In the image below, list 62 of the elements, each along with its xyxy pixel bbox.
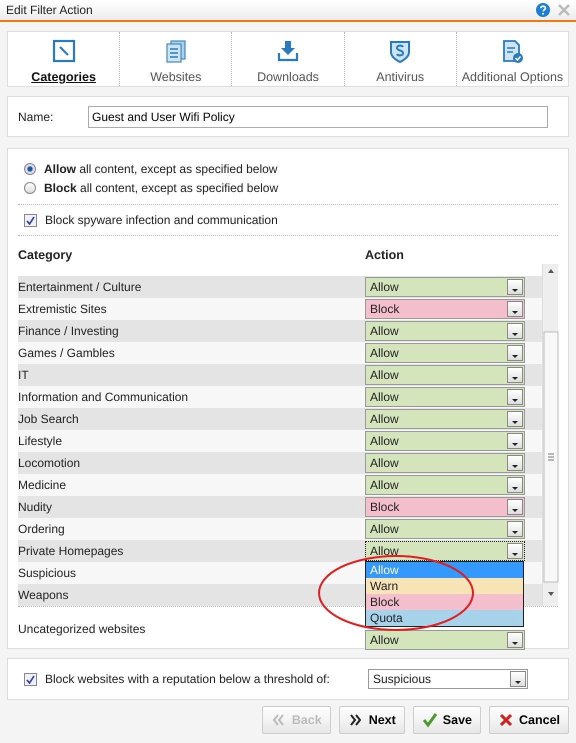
category-name: Games / Gambles: [18, 345, 116, 362]
radio-label: Block all content, except as specified below: [44, 180, 278, 196]
category-name: Weapons: [18, 587, 70, 604]
double-chevron-icon: [348, 712, 364, 728]
dropdown-option[interactable]: Quota: [366, 610, 523, 626]
next-button[interactable]: Next: [338, 706, 405, 734]
checkbox-label: Block spyware infection and communication: [45, 212, 278, 229]
action-select[interactable]: Allow: [365, 453, 525, 473]
tab[interactable]: Websites: [120, 32, 232, 86]
save-button[interactable]: Save: [412, 706, 481, 734]
category-name: IT: [18, 367, 30, 384]
action-select[interactable]: Allow: [365, 475, 525, 495]
threshold-select[interactable]: Suspicious: [368, 669, 528, 689]
action-select[interactable]: Allow: [365, 519, 525, 539]
checkbox-label: Block websites with a reputation below a threshold of:: [45, 671, 331, 688]
category-name: Entertainment / Culture: [18, 279, 142, 296]
download-icon: [275, 38, 301, 64]
action-select[interactable]: Block: [365, 299, 525, 319]
category-name: Ordering: [18, 521, 66, 538]
action-select[interactable]: Allow: [365, 365, 525, 385]
category-name: Lifestyle: [18, 433, 64, 450]
category-name: Private Homepages: [18, 543, 124, 560]
scrollbar[interactable]: [542, 264, 558, 606]
category-name: Uncategorized websites: [18, 621, 146, 638]
radio-label: Allow all content, except as specified below: [44, 160, 278, 178]
cancel-button[interactable]: Cancel: [489, 706, 569, 734]
tab[interactable]: Antivirus: [344, 32, 457, 86]
name-field[interactable]: Guest and User Wifi Policy: [88, 106, 548, 128]
category-name: Nudity: [18, 499, 54, 516]
category-name: Job Search: [18, 411, 80, 428]
action-select[interactable]: Allow: [365, 541, 525, 561]
dropdown-option[interactable]: Warn: [366, 578, 523, 594]
check-icon: [422, 712, 438, 728]
tab[interactable]: Categories: [8, 32, 120, 86]
category-name: Suspicious: [18, 565, 78, 582]
category-name: Finance / Investing: [18, 323, 120, 340]
window-title: Edit Filter Action: [6, 2, 93, 19]
category-name: Extremistic Sites: [18, 301, 108, 318]
tab[interactable]: Downloads: [232, 32, 345, 86]
radio-button[interactable]: [24, 182, 36, 194]
category-name: Information and Communication: [18, 389, 190, 406]
action-select[interactable]: Allow: [365, 277, 525, 297]
category-name: Locomotion: [18, 455, 82, 472]
action-select[interactable]: Allow: [365, 409, 525, 429]
checkbox[interactable]: [24, 214, 37, 226]
checkbox[interactable]: [24, 672, 37, 686]
column-header: Action: [365, 247, 404, 264]
close-icon: [498, 712, 514, 728]
square-icon: [50, 38, 77, 64]
dropdown-option[interactable]: Block: [366, 594, 523, 610]
tab[interactable]: Additional Options: [456, 32, 568, 86]
action-select[interactable]: Allow: [365, 343, 525, 363]
column-header: Category: [18, 247, 74, 264]
help-icon[interactable]: [536, 3, 550, 17]
action-select[interactable]: Allow: [365, 630, 525, 650]
category-name: Medicine: [18, 477, 68, 494]
action-select[interactable]: Allow: [365, 431, 525, 451]
field-label: Name:: [18, 108, 54, 126]
action-select[interactable]: Allow: [365, 387, 525, 407]
action-select[interactable]: Allow: [365, 321, 525, 341]
radio-button[interactable]: [24, 162, 36, 174]
action-select[interactable]: Block: [365, 497, 525, 517]
